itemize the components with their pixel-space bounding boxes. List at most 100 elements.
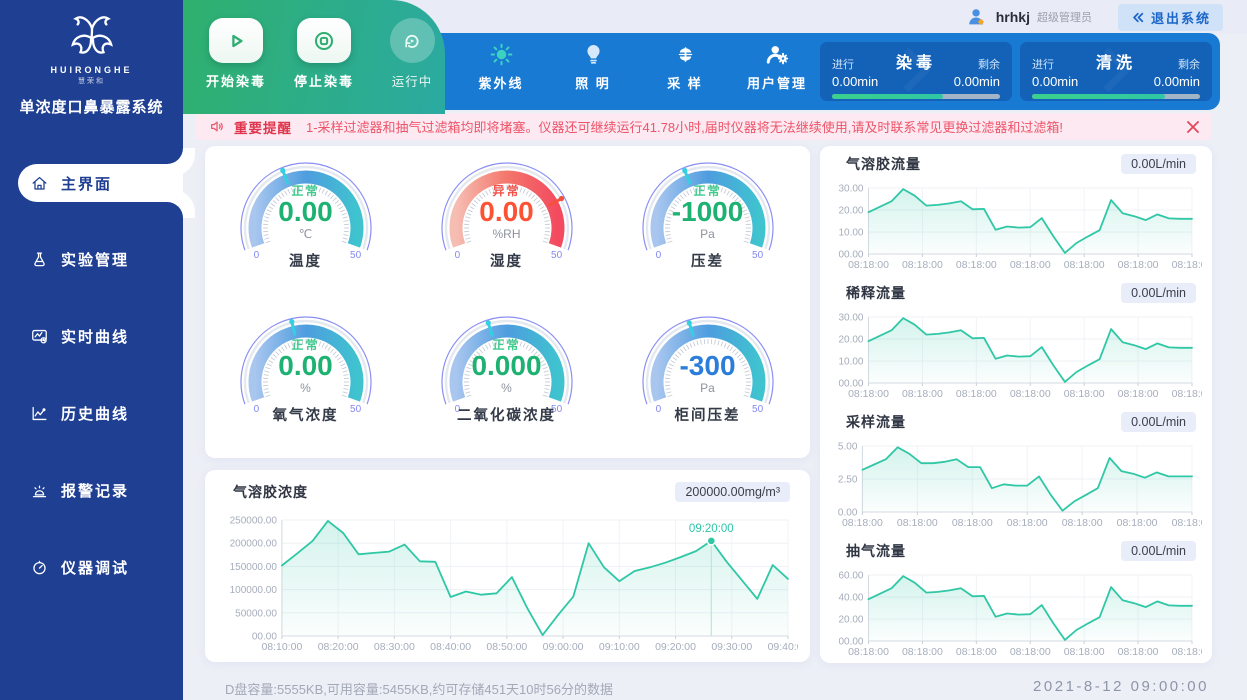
- gauge-co2: 050 正常 0.000 % 二氧化碳浓度: [406, 302, 607, 456]
- aerosol-concentration-panel: 气溶胶浓度 200000.00mg/m³ 250000.00200000.001…: [205, 470, 810, 662]
- svg-text:08:18:00: 08:18:00: [902, 646, 943, 658]
- svg-text:08:18:00: 08:18:00: [1172, 259, 1202, 271]
- svg-text:08:18:00: 08:18:00: [956, 259, 997, 271]
- dilution-flow-section: 稀释流量 0.00L/min 30.0020.0010.0000.0008:18…: [820, 275, 1212, 404]
- poison-remaining: 0.00min: [954, 74, 1000, 89]
- svg-text:08:18:00: 08:18:00: [1118, 388, 1159, 400]
- double-left-arrow-icon: [1130, 10, 1145, 25]
- svg-text:08:18:00: 08:18:00: [1064, 388, 1105, 400]
- svg-text:08:30:00: 08:30:00: [374, 641, 415, 653]
- svg-text:08:18:00: 08:18:00: [897, 517, 938, 529]
- svg-text:08:18:00: 08:18:00: [1117, 517, 1158, 529]
- flow-badge: 0.00L/min: [1121, 412, 1196, 432]
- sidebar-item-realtime-curves[interactable]: 实时曲线: [18, 317, 183, 355]
- aerosol-concentration-chart: 250000.00200000.00150000.00100000.005000…: [217, 510, 798, 654]
- svg-text:20.00: 20.00: [838, 335, 863, 346]
- poison-elapsed: 0.00min: [832, 74, 878, 89]
- chart-title: 气溶胶浓度: [233, 482, 308, 502]
- gauge-oxygen: 050 正常 0.00 % 氧气浓度: [205, 302, 406, 456]
- svg-text:10.00: 10.00: [838, 357, 863, 368]
- svg-text:08:18:00: 08:18:00: [1007, 517, 1048, 529]
- svg-text:09:40:00: 09:40:00: [768, 641, 798, 653]
- user-role: 超级管理员: [1037, 9, 1092, 25]
- disk-status: D盘容量:5555KB,可用容量:5455KB,约可存储451天10时56分的数…: [225, 679, 613, 698]
- concentration-badge: 200000.00mg/m³: [675, 482, 790, 502]
- poison-progress: [832, 94, 1000, 99]
- dilution-flow-chart: 30.0020.0010.0000.0008:18:0008:18:0008:1…: [828, 307, 1202, 401]
- system-title: 单浓度口鼻暴露系统: [0, 96, 183, 117]
- history-chart-icon: [30, 404, 49, 423]
- chart-title: 抽气流量: [846, 541, 906, 561]
- svg-text:09:10:00: 09:10:00: [599, 641, 640, 653]
- exhaust-flow-chart: 60.0040.0020.0000.0008:18:0008:18:0008:1…: [828, 565, 1202, 659]
- play-icon: [223, 28, 249, 54]
- uv-switch[interactable]: 紫外线: [463, 41, 539, 92]
- flow-badge: 0.00L/min: [1121, 283, 1196, 303]
- sampling-flow-section: 采样流量 0.00L/min 5.002.500.0008:18:0008:18…: [820, 404, 1212, 533]
- svg-text:08:18:00: 08:18:00: [1118, 259, 1159, 271]
- svg-text:250000.00: 250000.00: [230, 516, 278, 527]
- brand-name: HUIRONGHE: [0, 65, 183, 75]
- svg-text:08:18:00: 08:18:00: [956, 388, 997, 400]
- close-icon[interactable]: [1186, 120, 1200, 134]
- svg-text:09:20:00: 09:20:00: [689, 523, 734, 535]
- svg-text:08:18:00: 08:18:00: [1172, 388, 1202, 400]
- lighting-switch[interactable]: 照 明: [555, 41, 631, 92]
- user-management[interactable]: 用户管理: [739, 41, 815, 92]
- refresh-icon: [400, 29, 424, 53]
- gauge-temperature: 050 正常 0.00 ℃ 温度: [205, 148, 406, 302]
- svg-text:50000.00: 50000.00: [235, 608, 277, 619]
- butterfly-logo-icon: [63, 12, 121, 58]
- sampling-switch[interactable]: 采 样: [647, 41, 723, 92]
- sidebar-item-instrument-debug[interactable]: 仪器调试: [18, 548, 183, 586]
- clean-timer-panel: 进行 清洗 剩余 0.00min 0.00min: [1020, 42, 1212, 101]
- svg-text:08:18:00: 08:18:00: [1010, 646, 1051, 658]
- gauge-pressure-diff: 050 正常 -1000 Pa 压差: [607, 148, 808, 302]
- svg-text:2.50: 2.50: [838, 475, 858, 486]
- flow-badge: 0.00L/min: [1121, 541, 1196, 561]
- svg-text:09:00:00: 09:00:00: [543, 641, 584, 653]
- svg-text:08:18:00: 08:18:00: [1172, 646, 1202, 658]
- speaker-icon: [209, 118, 226, 135]
- user-avatar-icon: [966, 6, 988, 28]
- aerosol-flow-chart: 30.0020.0010.0000.0008:18:0008:18:0008:1…: [828, 178, 1202, 272]
- sidebar-item-main[interactable]: 主界面: [18, 164, 183, 202]
- brand-sub: 慧荣和: [0, 76, 183, 86]
- valve-icon: [672, 41, 699, 68]
- sidebar-item-experiments[interactable]: 实验管理: [18, 240, 183, 278]
- chart-title: 气溶胶流量: [846, 154, 921, 174]
- stop-poison-button[interactable]: [297, 18, 351, 63]
- svg-text:10.00: 10.00: [838, 228, 863, 239]
- poison-timer-panel: 进行 染毒 剩余 0.00min 0.00min: [820, 42, 1012, 101]
- svg-text:08:18:00: 08:18:00: [902, 388, 943, 400]
- svg-text:20.00: 20.00: [838, 206, 863, 217]
- logout-button[interactable]: 退出系统: [1118, 4, 1223, 31]
- start-poison-button[interactable]: [209, 18, 263, 63]
- flask-icon: [30, 250, 49, 269]
- svg-text:08:18:00: 08:18:00: [848, 388, 889, 400]
- datetime: 2021-8-12 09:00:00: [1033, 678, 1209, 695]
- svg-text:08:10:00: 08:10:00: [261, 641, 302, 653]
- svg-text:20.00: 20.00: [838, 615, 863, 626]
- sidebar-item-history-curves[interactable]: 历史曲线: [18, 394, 183, 432]
- chart-title: 稀释流量: [846, 283, 906, 303]
- gauges-panel: 050 正常 0.00 ℃ 温度 050 异常 0.00 %RH 湿度 050 …: [205, 146, 810, 458]
- flow-badge: 0.00L/min: [1121, 154, 1196, 174]
- svg-text:08:18:00: 08:18:00: [842, 517, 883, 529]
- clean-elapsed: 0.00min: [1032, 74, 1078, 89]
- alert-title: 重要提醒: [234, 117, 292, 137]
- sun-icon: [488, 41, 515, 68]
- svg-text:08:18:00: 08:18:00: [1118, 646, 1159, 658]
- chevron-watermark-icon: [904, 48, 930, 92]
- sidebar-item-alarm-records[interactable]: 报警记录: [18, 471, 183, 509]
- sidebar: HUIRONGHE 慧荣和 单浓度口鼻暴露系统 主界面 实验管理 实时曲线 历史…: [0, 0, 183, 700]
- chart-title: 采样流量: [846, 412, 906, 432]
- clean-remaining: 0.00min: [1154, 74, 1200, 89]
- gauge-cabinet-pressure: 050 -300 Pa 柜间压差: [607, 302, 808, 456]
- flow-charts-panel: 气溶胶流量 0.00L/min 30.0020.0010.0000.0008:1…: [820, 146, 1212, 663]
- svg-text:08:18:00: 08:18:00: [1062, 517, 1103, 529]
- svg-text:08:18:00: 08:18:00: [1010, 388, 1051, 400]
- svg-text:40.00: 40.00: [838, 593, 863, 604]
- svg-text:08:18:00: 08:18:00: [1064, 259, 1105, 271]
- svg-text:30.00: 30.00: [838, 184, 863, 195]
